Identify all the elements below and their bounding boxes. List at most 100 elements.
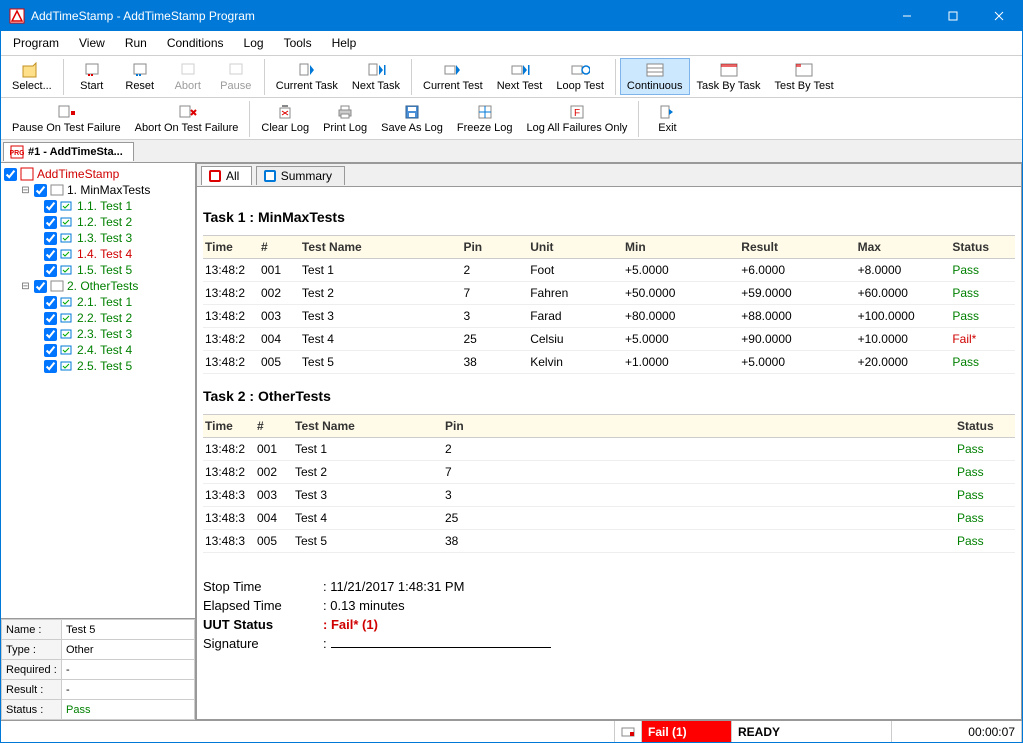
prop-key: Name : [2,620,62,640]
exit-button[interactable]: Exit [643,100,691,137]
tree-item[interactable]: 1.3. Test 3 [4,230,192,246]
tree-label: 1.5. Test 5 [77,263,132,277]
test-icon [60,295,74,309]
tab-all[interactable]: All [201,166,252,185]
tree-checkbox[interactable] [44,312,57,325]
tree-item[interactable]: 1.2. Test 2 [4,214,192,230]
start-button[interactable]: Start [68,58,116,95]
tree-checkbox[interactable] [44,264,57,277]
collapse-icon[interactable]: ⊟ [20,185,31,196]
collapse-icon[interactable]: ⊟ [20,281,31,292]
pause-button: Pause [212,58,260,95]
prop-key: Type : [2,640,62,660]
tree-checkbox[interactable] [44,360,57,373]
tree-item[interactable]: 1.4. Test 4 [4,246,192,262]
summary-val: : [323,636,551,651]
status-fail: Fail (1) [642,721,732,742]
tree-group[interactable]: ⊟1. MinMaxTests [4,182,192,198]
tree-checkbox[interactable] [4,168,17,181]
tree-checkbox[interactable] [34,280,47,293]
reset-button[interactable]: Reset [116,58,164,95]
program-icon: PRG [10,145,24,159]
titlebar: AddTimeStamp - AddTimeStamp Program [1,1,1022,31]
menu-tools[interactable]: Tools [276,33,320,53]
freeze-log-button[interactable]: Freeze Log [450,100,520,137]
task-by-task-button[interactable]: Task By Task [690,58,768,95]
menu-run[interactable]: Run [117,33,155,53]
tree-checkbox[interactable] [44,344,57,357]
col-unit: Unit [528,236,623,259]
menu-help[interactable]: Help [324,33,365,53]
menu-log[interactable]: Log [236,33,272,53]
tree-checkbox[interactable] [44,248,57,261]
menu-program[interactable]: Program [5,33,67,53]
prop-value: - [62,660,195,680]
col-pin: Pin [443,415,505,438]
save-log-button[interactable]: Save As Log [374,100,450,137]
maximize-button[interactable] [930,1,976,31]
tree-item[interactable]: 2.5. Test 5 [4,358,192,374]
minimize-button[interactable] [884,1,930,31]
next-task-button[interactable]: Next Task [345,58,407,95]
tree-label: 2.1. Test 1 [77,295,132,309]
clear-log-button[interactable]: Clear Log [254,100,316,137]
next-test-button[interactable]: Next Test [490,58,550,95]
tree-checkbox[interactable] [44,216,57,229]
test-icon [60,247,74,261]
document-tabs: PRG #1 - AddTimeSta... [1,140,1022,163]
col-status: Status [950,236,1015,259]
status-spacer [1,721,615,742]
print-log-button[interactable]: Print Log [316,100,374,137]
results-pane: All Summary Task 1 : MinMaxTests Time # … [196,163,1022,720]
test-by-test-button[interactable]: Test By Test [768,58,841,95]
tree-item[interactable]: 2.4. Test 4 [4,342,192,358]
result-body[interactable]: Task 1 : MinMaxTests Time # Test Name Pi… [197,187,1021,719]
tree-checkbox[interactable] [44,232,57,245]
loop-test-button[interactable]: Loop Test [549,58,611,95]
tree-item[interactable]: 2.1. Test 1 [4,294,192,310]
status-icon-cell [615,721,642,742]
tree-checkbox[interactable] [44,296,57,309]
col-result: Result [739,236,855,259]
app-icon [9,8,25,24]
tab-summary[interactable]: Summary [256,166,345,185]
summary-key: Signature [203,636,323,651]
left-pane: AddTimeStamp ⊟1. MinMaxTests 1.1. Test 1… [1,163,196,720]
task-icon [50,279,64,293]
summary-key: Stop Time [203,579,323,594]
test-icon [60,311,74,325]
tree-checkbox[interactable] [44,328,57,341]
prop-value: - [62,680,195,700]
document-tab[interactable]: PRG #1 - AddTimeSta... [3,142,134,161]
select-button[interactable]: Select... [5,58,59,95]
pause-on-failure-button[interactable]: Pause On Test Failure [5,100,128,137]
table-row: 13:48:2001Test 12Pass [203,438,1015,461]
tree-item[interactable]: 1.1. Test 1 [4,198,192,214]
current-test-button[interactable]: Current Test [416,58,490,95]
table-row: 13:48:2004Test 425Celsiu+5.0000+90.0000+… [203,328,1015,351]
continuous-button[interactable]: Continuous [620,58,690,95]
test-icon [60,359,74,373]
test-tree[interactable]: AddTimeStamp ⊟1. MinMaxTests 1.1. Test 1… [1,163,195,618]
current-task-button[interactable]: Current Task [269,58,345,95]
close-button[interactable] [976,1,1022,31]
summary-key: Elapsed Time [203,598,323,613]
tree-checkbox[interactable] [34,184,47,197]
all-icon [208,169,222,183]
tree-item[interactable]: 1.5. Test 5 [4,262,192,278]
window-title: AddTimeStamp - AddTimeStamp Program [31,9,884,23]
tree-checkbox[interactable] [44,200,57,213]
toolbar-secondary: Pause On Test Failure Abort On Test Fail… [1,98,1022,140]
table-row: 13:48:2001Test 12Foot+5.0000+6.0000+8.00… [203,259,1015,282]
tree-label: 1.2. Test 2 [77,215,132,229]
abort-on-failure-button[interactable]: Abort On Test Failure [128,100,246,137]
tree-root[interactable]: AddTimeStamp [4,166,192,182]
menu-conditions[interactable]: Conditions [159,33,232,53]
tree-label: 2.4. Test 4 [77,343,132,357]
menu-view[interactable]: View [71,33,113,53]
tree-item[interactable]: 2.2. Test 2 [4,310,192,326]
tree-group[interactable]: ⊟2. OtherTests [4,278,192,294]
tree-item[interactable]: 2.3. Test 3 [4,326,192,342]
status-icon [621,725,635,739]
log-failures-only-button[interactable]: FLog All Failures Only [520,100,635,137]
